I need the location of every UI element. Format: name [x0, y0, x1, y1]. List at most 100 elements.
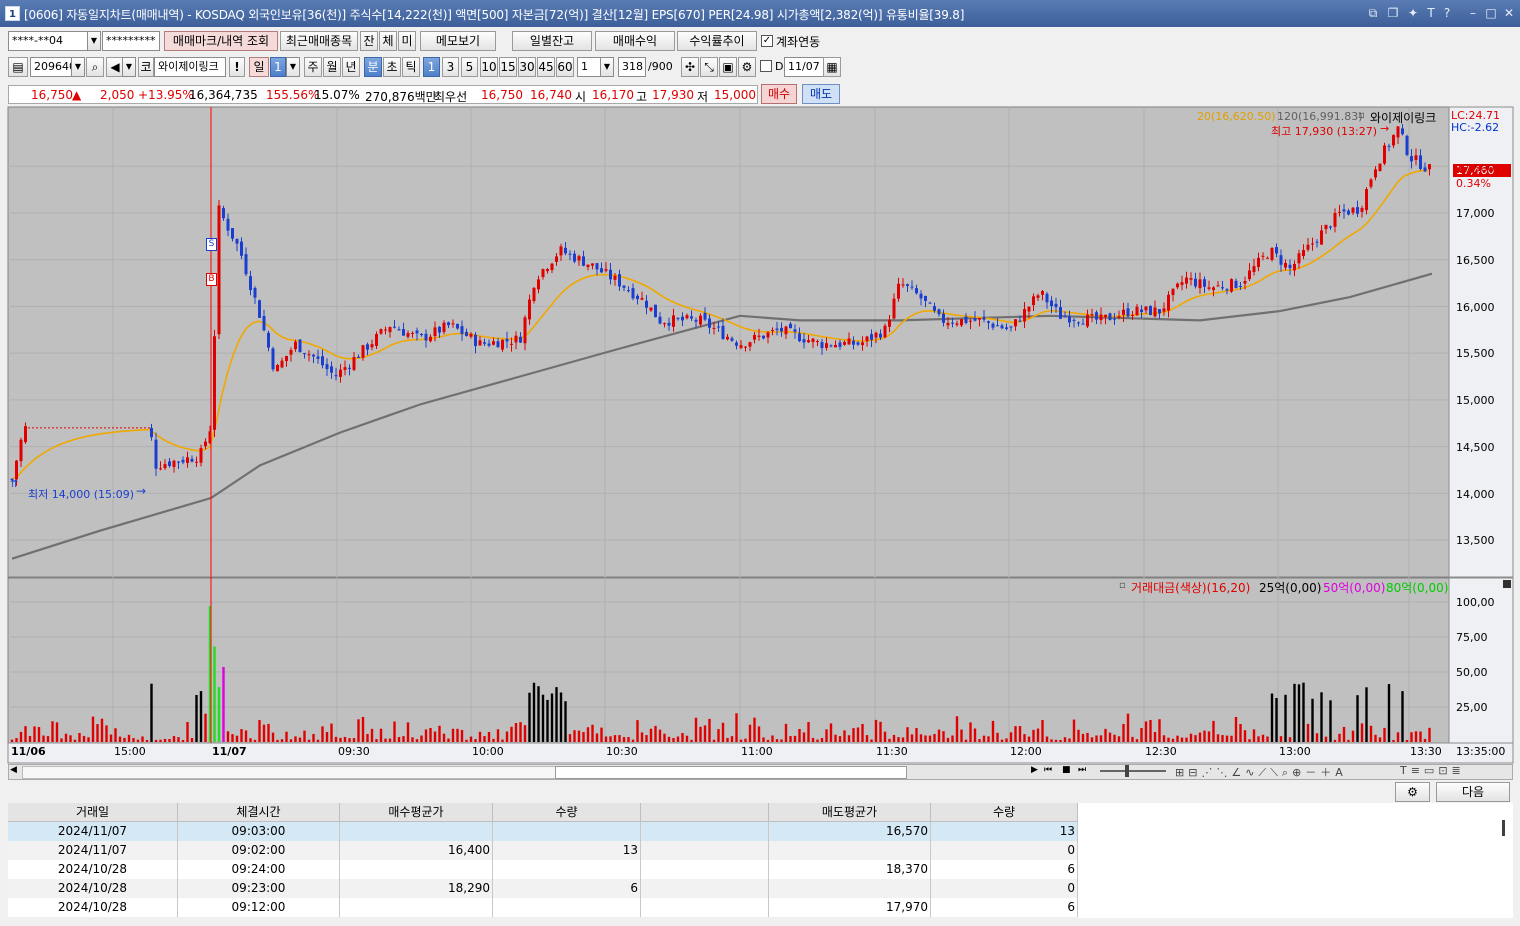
search-icon[interactable]: ⌕ [86, 57, 104, 77]
period-minute-button[interactable]: 분 [364, 57, 382, 77]
scroll-right-icon[interactable]: ▶ [1031, 765, 1038, 775]
minute-30-button[interactable]: 30 [518, 57, 536, 77]
candle [1122, 309, 1125, 315]
scroll-left-icon[interactable]: ◀ [10, 765, 17, 775]
save-icon[interactable]: ▣ [719, 57, 737, 77]
table-scrollbar[interactable] [1502, 820, 1505, 836]
minute-45-button[interactable]: 45 [537, 57, 555, 77]
table-header[interactable]: 매도평균가 [769, 803, 931, 822]
date-input[interactable]: 11/07 [784, 57, 824, 77]
recent-stocks-button[interactable]: 최근매매종목 [280, 31, 358, 51]
table-header[interactable]: 거래일 [8, 803, 178, 822]
account-dropdown-icon[interactable]: ▼ [87, 31, 101, 51]
candle [190, 458, 194, 462]
profit-trend-button[interactable]: 수익률추이 [677, 31, 757, 51]
table-header[interactable]: 수량 [931, 803, 1078, 822]
sell-marker[interactable]: S [206, 238, 217, 251]
more-tools-icon[interactable]: T≡▭⊡≣ [1400, 764, 1465, 777]
volume-bar [933, 733, 936, 742]
interval-input[interactable]: 1 [577, 57, 601, 77]
alert-icon[interactable]: ! [229, 57, 245, 77]
chart-area[interactable] [0, 105, 1520, 765]
speed-slider-thumb[interactable] [1125, 765, 1129, 777]
account-link-checkbox[interactable]: ✓ [761, 35, 773, 47]
table-header[interactable]: 체결시간 [178, 803, 340, 822]
pin-icon[interactable]: ✦ [1406, 5, 1420, 21]
minute-1-button[interactable]: 1 [423, 57, 440, 77]
trade-mark-button[interactable]: 매매마크/내역 조회 [164, 31, 278, 51]
table-row[interactable]: 2024/11/07 09:03:00 16,570 13 [8, 822, 1078, 841]
gear-icon[interactable]: ⚙ [738, 57, 756, 77]
period-year-button[interactable]: 년 [342, 57, 360, 77]
count-input[interactable]: 318 [618, 57, 646, 77]
table-cell [641, 898, 769, 917]
daily-balance-button[interactable]: 일별잔고 [512, 31, 592, 51]
candle [811, 338, 815, 342]
password-field[interactable]: ********* [102, 31, 160, 51]
crosshair-icon[interactable]: ✣ [681, 57, 699, 77]
minute-15-button[interactable]: 15 [499, 57, 517, 77]
maximize-icon[interactable]: □ [1484, 5, 1498, 21]
draw-tools-icon[interactable]: ⊞⊟⋰⋱∠∿⟋⟍⌕⊕－＋A [1175, 764, 1347, 780]
close-icon[interactable]: ✕ [1502, 5, 1516, 21]
fast-forward-icon[interactable]: ⏭ [1078, 765, 1086, 775]
stop-icon[interactable]: ■ [1062, 765, 1071, 775]
candle [325, 364, 329, 370]
volume-bar [87, 737, 90, 742]
stock-code-dropdown-icon[interactable]: ▼ [71, 57, 85, 77]
unexecuted-button[interactable]: 미 [398, 31, 416, 51]
date-checkbox[interactable] [760, 60, 772, 72]
rewind-icon[interactable]: ⏮ [1044, 765, 1052, 775]
period-day-button[interactable]: 일 [249, 57, 269, 77]
pane-close-icon[interactable] [1503, 580, 1511, 588]
period-week-button[interactable]: 주 [304, 57, 322, 77]
help-icon[interactable]: ? [1440, 5, 1454, 21]
period-count-field[interactable]: 1 [270, 57, 286, 77]
table-settings-icon[interactable]: ⚙ [1395, 782, 1430, 802]
minute-10-button[interactable]: 10 [480, 57, 498, 77]
table-header[interactable]: 매수평균가 [340, 803, 493, 822]
period-tick-button[interactable]: 틱 [402, 57, 420, 77]
text-icon[interactable]: T [1424, 5, 1438, 21]
chart-scrollbar-thumb[interactable] [555, 766, 907, 779]
stock-name-field[interactable]: 와이제이링크 [154, 57, 226, 77]
candle [1315, 241, 1319, 243]
sound-dropdown-icon[interactable]: ▼ [122, 57, 136, 77]
minute-5-button[interactable]: 5 [461, 57, 478, 77]
table-row[interactable]: 2024/10/28 09:12:00 17,970 6 [8, 898, 1078, 917]
table-row[interactable]: 2024/10/28 09:24:00 18,370 6 [8, 860, 1078, 879]
table-header[interactable] [641, 803, 769, 822]
ma20-legend: 20(16,620.50) [1197, 110, 1276, 123]
minute-3-button[interactable]: 3 [442, 57, 459, 77]
period-count-dropdown-icon[interactable]: ▼ [286, 57, 300, 77]
buy-button[interactable]: 매수 [761, 84, 797, 104]
link-icon[interactable]: ⧉ [1366, 5, 1380, 21]
period-month-button[interactable]: 월 [323, 57, 341, 77]
candle [1203, 279, 1206, 287]
copy-window-icon[interactable]: ❐ [1386, 5, 1400, 21]
account-select[interactable]: ****-**04 [8, 31, 88, 51]
memo-button[interactable]: 메모보기 [420, 31, 496, 51]
window-number: 1 [5, 6, 20, 21]
minute-60-button[interactable]: 60 [556, 57, 574, 77]
interval-dropdown-icon[interactable]: ▼ [600, 57, 614, 77]
table-row[interactable]: 2024/10/28 09:23:00 18,290 6 0 [8, 879, 1078, 898]
balance-button[interactable]: 잔 [360, 31, 378, 51]
next-button[interactable]: 다음 [1436, 782, 1510, 802]
buy-marker[interactable]: B [206, 273, 217, 286]
executed-button[interactable]: 체 [379, 31, 397, 51]
volume-bar [1410, 732, 1413, 742]
sell-button[interactable]: 매도 [802, 84, 840, 104]
candle [1131, 315, 1134, 317]
period-second-button[interactable]: 초 [383, 57, 401, 77]
stock-list-icon[interactable]: ▤ [8, 57, 28, 77]
minimize-icon[interactable]: – [1466, 5, 1480, 21]
table-header[interactable]: 수량 [493, 803, 641, 822]
trade-profit-button[interactable]: 매매수익 [595, 31, 675, 51]
table-row[interactable]: 2024/11/07 09:02:00 16,400 13 0 [8, 841, 1078, 860]
stock-code-input[interactable]: 209640 [30, 57, 72, 77]
volume-bar [793, 735, 797, 742]
calendar-icon[interactable]: ▦ [823, 57, 841, 77]
draw-tool-icon[interactable]: ⤡ [700, 57, 718, 77]
speed-slider[interactable] [1100, 770, 1166, 772]
